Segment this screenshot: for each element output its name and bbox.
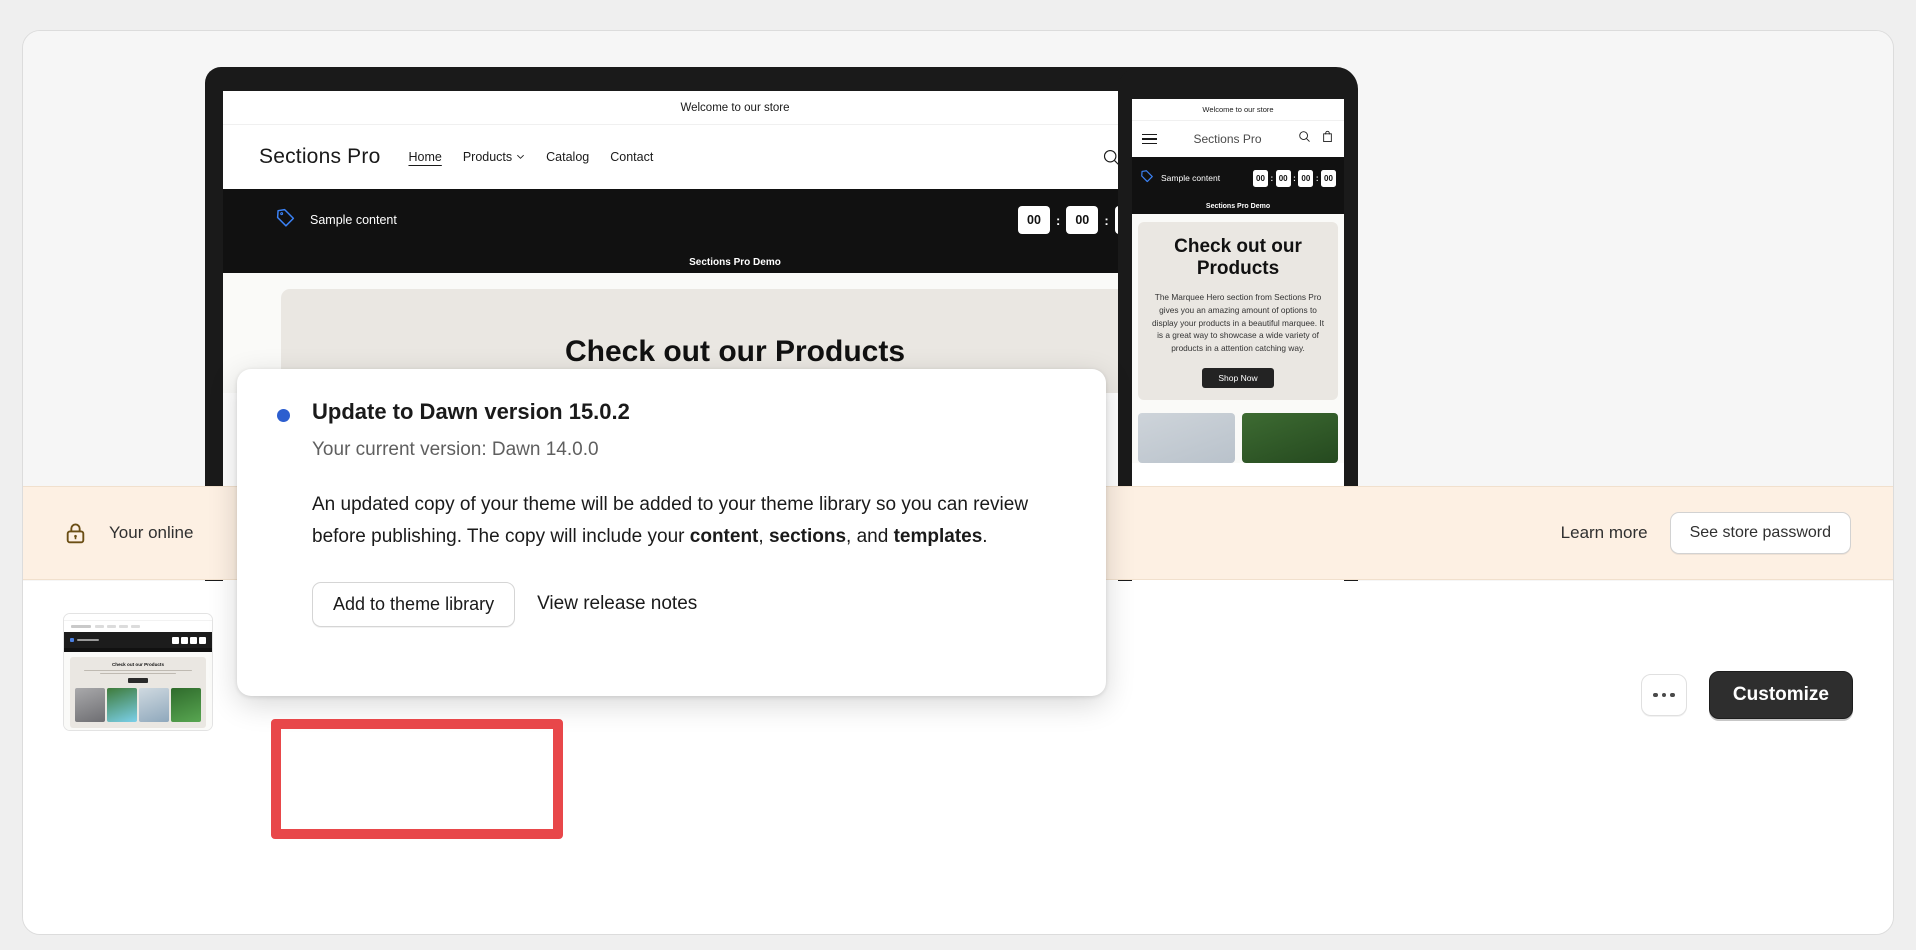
thumb-marquee-label [77, 639, 99, 641]
more-actions-button[interactable] [1640, 674, 1687, 716]
mobile-hero-body: The Marquee Hero section from Sections P… [1151, 291, 1325, 354]
desktop-announcement-text: Welcome to our store [680, 101, 790, 114]
countdown-cell-hours: 00 [1275, 169, 1291, 187]
thumb-header [64, 621, 212, 632]
nav-item-home[interactable]: Home [408, 150, 441, 164]
update-indicator-dot [277, 409, 290, 422]
countdown-separator: : [1270, 173, 1274, 183]
password-banner-message: Your online [109, 523, 194, 542]
learn-more-link[interactable]: Learn more [1561, 523, 1648, 543]
cart-icon[interactable] [1321, 130, 1334, 148]
countdown-separator: : [1293, 173, 1296, 183]
countdown-cell-minutes: 00 [1298, 169, 1314, 187]
thumb-cta [128, 678, 148, 684]
thumb-announcement [64, 614, 212, 621]
nav-item-catalog[interactable]: Catalog [546, 150, 589, 164]
nav-item-home-label: Home [408, 150, 442, 164]
desktop-store-logo: Sections Pro [259, 145, 381, 168]
tag-icon [1140, 169, 1154, 188]
desktop-hero-title: Check out our Products [564, 335, 906, 368]
marquee-label-group: Sample content [275, 207, 397, 233]
thumb-marquee [64, 632, 212, 648]
add-to-theme-library-button[interactable]: Add to theme library [312, 581, 516, 627]
thumb-logo [71, 625, 91, 628]
tag-icon [275, 207, 296, 233]
mobile-demo-strip: Sections Pro Demo [1132, 199, 1344, 214]
thumb-tiles [75, 688, 201, 723]
countdown-cell-seconds: 00 [1321, 169, 1336, 187]
nav-item-catalog-label: Catalog [546, 150, 590, 164]
countdown-cell-hours: 00 [1066, 206, 1099, 234]
desktop-store-nav: Home Products Catalog Contact [408, 150, 653, 164]
ellipsis-dot [1653, 692, 1658, 698]
nav-item-products[interactable]: Products [463, 150, 525, 164]
modal-header: Update to Dawn version 15.0.2 Your curre… [277, 399, 1066, 461]
modal-actions: Add to theme library View release notes [312, 581, 1066, 627]
mobile-countdown-timer: 00 : 00 : 00 : 00 [1252, 169, 1336, 187]
mobile-hero-title: Check out our Products [1174, 236, 1302, 280]
search-icon[interactable] [1298, 130, 1311, 148]
nav-item-products-label: Products [462, 150, 513, 164]
see-store-password-button[interactable]: See store password [1669, 512, 1851, 554]
modal-header-text: Update to Dawn version 15.0.2 Your curre… [312, 399, 630, 461]
mobile-marquee-section: Sample content 00 : 00 : 00 : 00 [1132, 157, 1344, 199]
mobile-shop-now-button[interactable]: Shop Now [1202, 368, 1274, 389]
mobile-announcement-bar: Welcome to our store [1132, 99, 1344, 121]
countdown-separator: : [1315, 173, 1319, 183]
product-tile[interactable] [1241, 413, 1338, 464]
thumb-tile [171, 688, 201, 723]
lock-icon [63, 521, 89, 546]
theme-action-buttons: Customize [1640, 613, 1853, 719]
menu-icon[interactable] [1142, 134, 1157, 144]
mobile-marquee-label: Sample content [1161, 173, 1221, 183]
thumb-hero-title: Check out our Products [111, 662, 165, 667]
mobile-store-logo: Sections Pro [1193, 132, 1262, 146]
mobile-product-tiles [1138, 413, 1338, 464]
countdown-separator: : [1104, 212, 1109, 228]
ellipsis-dot [1661, 692, 1667, 698]
nav-item-contact[interactable]: Contact [610, 150, 653, 164]
thumb-tile [107, 688, 137, 723]
mobile-hero-card: Check out our Products The Marquee Hero … [1138, 222, 1338, 401]
modal-current-version: Your current version: Dawn 14.0.0 [312, 439, 599, 460]
desktop-demo-strip: Sections Pro Demo [223, 251, 1247, 273]
thumb-hero-card: Check out our Products [70, 657, 206, 729]
thumb-countdown [172, 636, 206, 644]
marquee-label: Sample content [310, 213, 397, 227]
theme-page-card: Welcome to our store Sections Pro Home P… [22, 30, 1894, 935]
thumb-tile [139, 688, 169, 723]
thumb-nav [95, 625, 140, 628]
desktop-announcement-bar: Welcome to our store [223, 91, 1247, 125]
nav-item-contact-label: Contact [610, 150, 654, 164]
countdown-separator: : [1055, 212, 1061, 228]
mobile-store-header: Sections Pro [1132, 121, 1344, 157]
customize-button[interactable]: Customize [1708, 671, 1853, 719]
thumb-hero-lines [75, 670, 201, 675]
modal-title: Update to Dawn version 15.0.2 [312, 399, 630, 424]
ellipsis-dot [1670, 692, 1675, 698]
view-release-notes-link[interactable]: View release notes [537, 593, 697, 615]
thumb-body: Check out our Products [64, 652, 212, 730]
product-tile[interactable] [1138, 413, 1235, 464]
countdown-cell-days: 00 [1252, 169, 1268, 187]
desktop-marquee-section: Sample content 00 : 00 : 00 : 00 [223, 189, 1247, 251]
theme-preview-thumbnail[interactable]: Check out our Products Check ou [63, 613, 213, 731]
modal-description: An updated copy of your theme will be ad… [312, 494, 1029, 548]
countdown-cell-days: 00 [1017, 206, 1050, 234]
mobile-hero-section: Check out our Products The Marquee Hero … [1132, 214, 1344, 464]
desktop-store-header: Sections Pro Home Products Catalog Conta… [223, 125, 1247, 189]
thumb-tile [75, 688, 105, 723]
password-banner-actions: Learn more See store password [1561, 512, 1851, 554]
thumb-tag-icon [70, 638, 74, 642]
chevron-down-icon [516, 150, 525, 164]
mobile-header-icons [1298, 130, 1334, 148]
theme-update-popover: Update to Dawn version 15.0.2 Your curre… [237, 369, 1106, 696]
